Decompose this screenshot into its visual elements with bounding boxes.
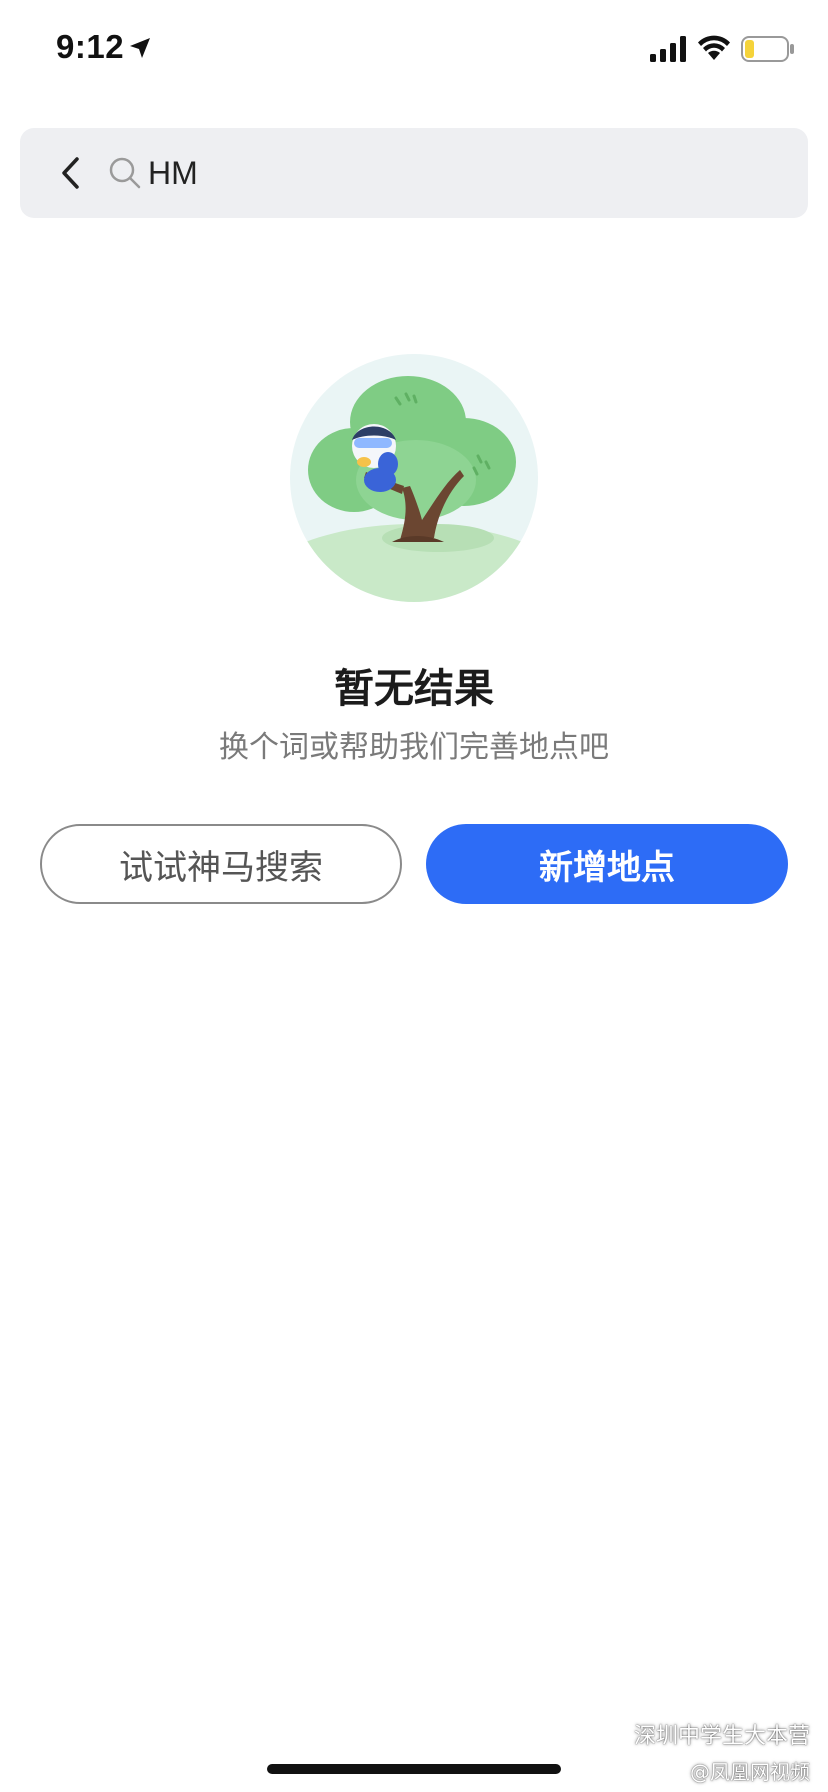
watermark-source: 深圳中学生大本营 [595, 1718, 810, 1750]
try-shenma-search-button[interactable]: 试试神马搜索 [40, 824, 402, 904]
empty-result-subtitle: 换个词或帮助我们完善地点吧 [219, 730, 609, 765]
home-indicator[interactable] [267, 1764, 561, 1774]
wifi-icon [698, 35, 730, 60]
search-bar [20, 128, 808, 218]
empty-result-title: 暂无结果 [334, 666, 494, 712]
chevron-left-icon [62, 157, 79, 189]
empty-result-illustration [290, 354, 538, 602]
watermark-handle-text: @凤凰网视频 [690, 1760, 810, 1784]
status-time: 9:12 [56, 28, 125, 65]
add-place-button[interactable]: 新增地点 [426, 824, 788, 904]
cellular-signal-icon [650, 36, 686, 62]
weibo-icon [661, 1765, 681, 1780]
watermark-handle: @凤凰网视频 [660, 1756, 810, 1785]
search-icon [109, 157, 141, 189]
back-button[interactable] [46, 148, 96, 198]
location-arrow-icon [130, 38, 150, 58]
wechat-icon [595, 1723, 625, 1745]
status-bar: 9:12 [0, 0, 828, 100]
battery-icon [741, 36, 794, 62]
watermark-source-text: 深圳中学生大本营 [633, 1724, 810, 1749]
search-input[interactable] [148, 146, 768, 200]
